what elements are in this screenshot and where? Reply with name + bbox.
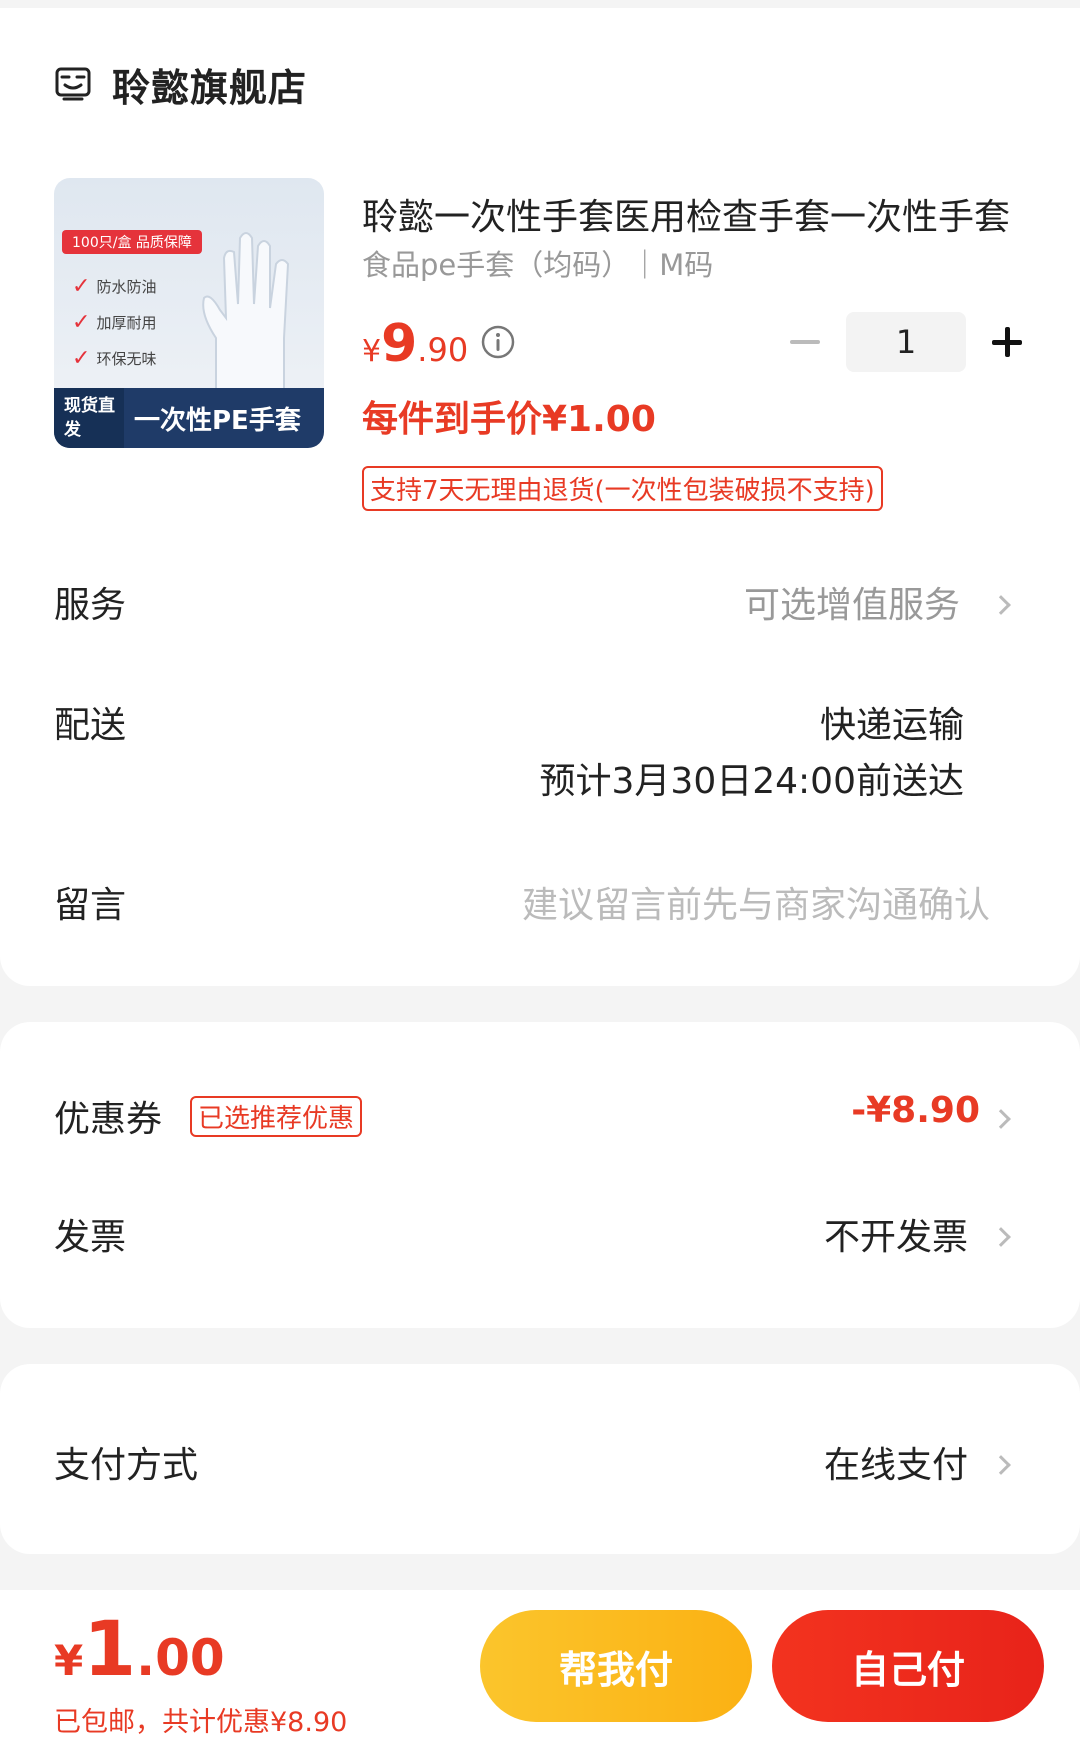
product-price: ¥ 9 .90 bbox=[362, 314, 469, 374]
total-price: ¥ 1 .00 bbox=[54, 1604, 225, 1693]
store-header[interactable]: 聆懿旗舰店 bbox=[54, 54, 307, 114]
service-value: 可选增值服务 bbox=[743, 585, 960, 626]
product-image-badge: 100只/盒 品质保障 bbox=[62, 230, 202, 254]
shipping-discount-note: 已包邮，共计优惠¥8.90 bbox=[54, 1707, 348, 1738]
payment-label: 支付方式 bbox=[54, 1445, 199, 1486]
message-label: 留言 bbox=[54, 885, 127, 926]
discount-card bbox=[0, 1022, 1080, 1328]
delivery-eta: 预计3月30日24:00前送达 bbox=[539, 761, 964, 802]
check-icon: ✓ bbox=[72, 346, 91, 371]
chevron-right-icon bbox=[991, 595, 1011, 615]
quantity-input[interactable]: 1 bbox=[846, 312, 966, 372]
store-name: 聆懿旗舰店 bbox=[112, 65, 308, 110]
product-feature: ✓ 加厚耐用 bbox=[72, 310, 157, 335]
product-spec[interactable]: 食品pe手套（均码）｜M码 bbox=[362, 242, 713, 284]
payment-value: 在线支付 bbox=[823, 1445, 968, 1486]
help-pay-button[interactable]: 帮我付 bbox=[480, 1610, 752, 1722]
product-title[interactable]: 聆懿一次性手套医用检查手套一次性手套 bbox=[362, 188, 1022, 240]
product-image-banner: 现货直发 一次性PE手套 bbox=[54, 388, 324, 448]
delivery-method: 快递运输 bbox=[819, 705, 964, 746]
message-input[interactable]: 建议留言前先与商家沟通确认 bbox=[522, 876, 990, 928]
self-pay-button[interactable]: 自己付 bbox=[772, 1610, 1044, 1722]
invoice-value: 不开发票 bbox=[823, 1217, 968, 1258]
return-policy-tag: 支持7天无理由退货(一次性包装破损不支持) bbox=[362, 466, 883, 511]
increase-button[interactable] bbox=[976, 312, 1036, 372]
minus-icon bbox=[790, 340, 820, 344]
invoice-label: 发票 bbox=[54, 1217, 127, 1258]
product-image[interactable]: 100只/盒 品质保障 ✓ 防水防油 ✓ 加厚耐用 ✓ 环保无味 现货直发 一次性PE… bbox=[54, 178, 324, 448]
checkout-bar: ¥ 1 .00 已包邮，共计优惠¥8.90 帮我付 自己付 bbox=[0, 1590, 1080, 1740]
unit-price: 每件到手价¥1.00 bbox=[362, 399, 656, 440]
stock-label: 现货直发 bbox=[54, 388, 124, 448]
product-feature: ✓ 防水防油 bbox=[72, 274, 157, 299]
banner-text: 一次性PE手套 bbox=[134, 405, 301, 436]
store-icon bbox=[55, 67, 91, 101]
check-icon: ✓ bbox=[72, 274, 91, 299]
info-icon[interactable] bbox=[480, 324, 516, 360]
quantity-stepper: 1 bbox=[780, 312, 1036, 372]
product-feature: ✓ 环保无味 bbox=[72, 346, 157, 371]
delivery-label: 配送 bbox=[54, 705, 127, 746]
coupon-badge: 已选推荐优惠 bbox=[190, 1096, 363, 1137]
coupon-value: -¥8.90 bbox=[851, 1090, 980, 1131]
coupon-label: 优惠券 bbox=[54, 1099, 163, 1140]
service-label: 服务 bbox=[54, 585, 127, 626]
check-icon: ✓ bbox=[72, 310, 91, 335]
order-card: 聆懿旗舰店 100只/盒 品质保障 ✓ 防水防油 ✓ 加厚耐用 ✓ 环保无味 现货直发… bbox=[0, 8, 1080, 986]
decrease-button[interactable] bbox=[780, 312, 830, 372]
glove-illustration bbox=[202, 232, 290, 408]
